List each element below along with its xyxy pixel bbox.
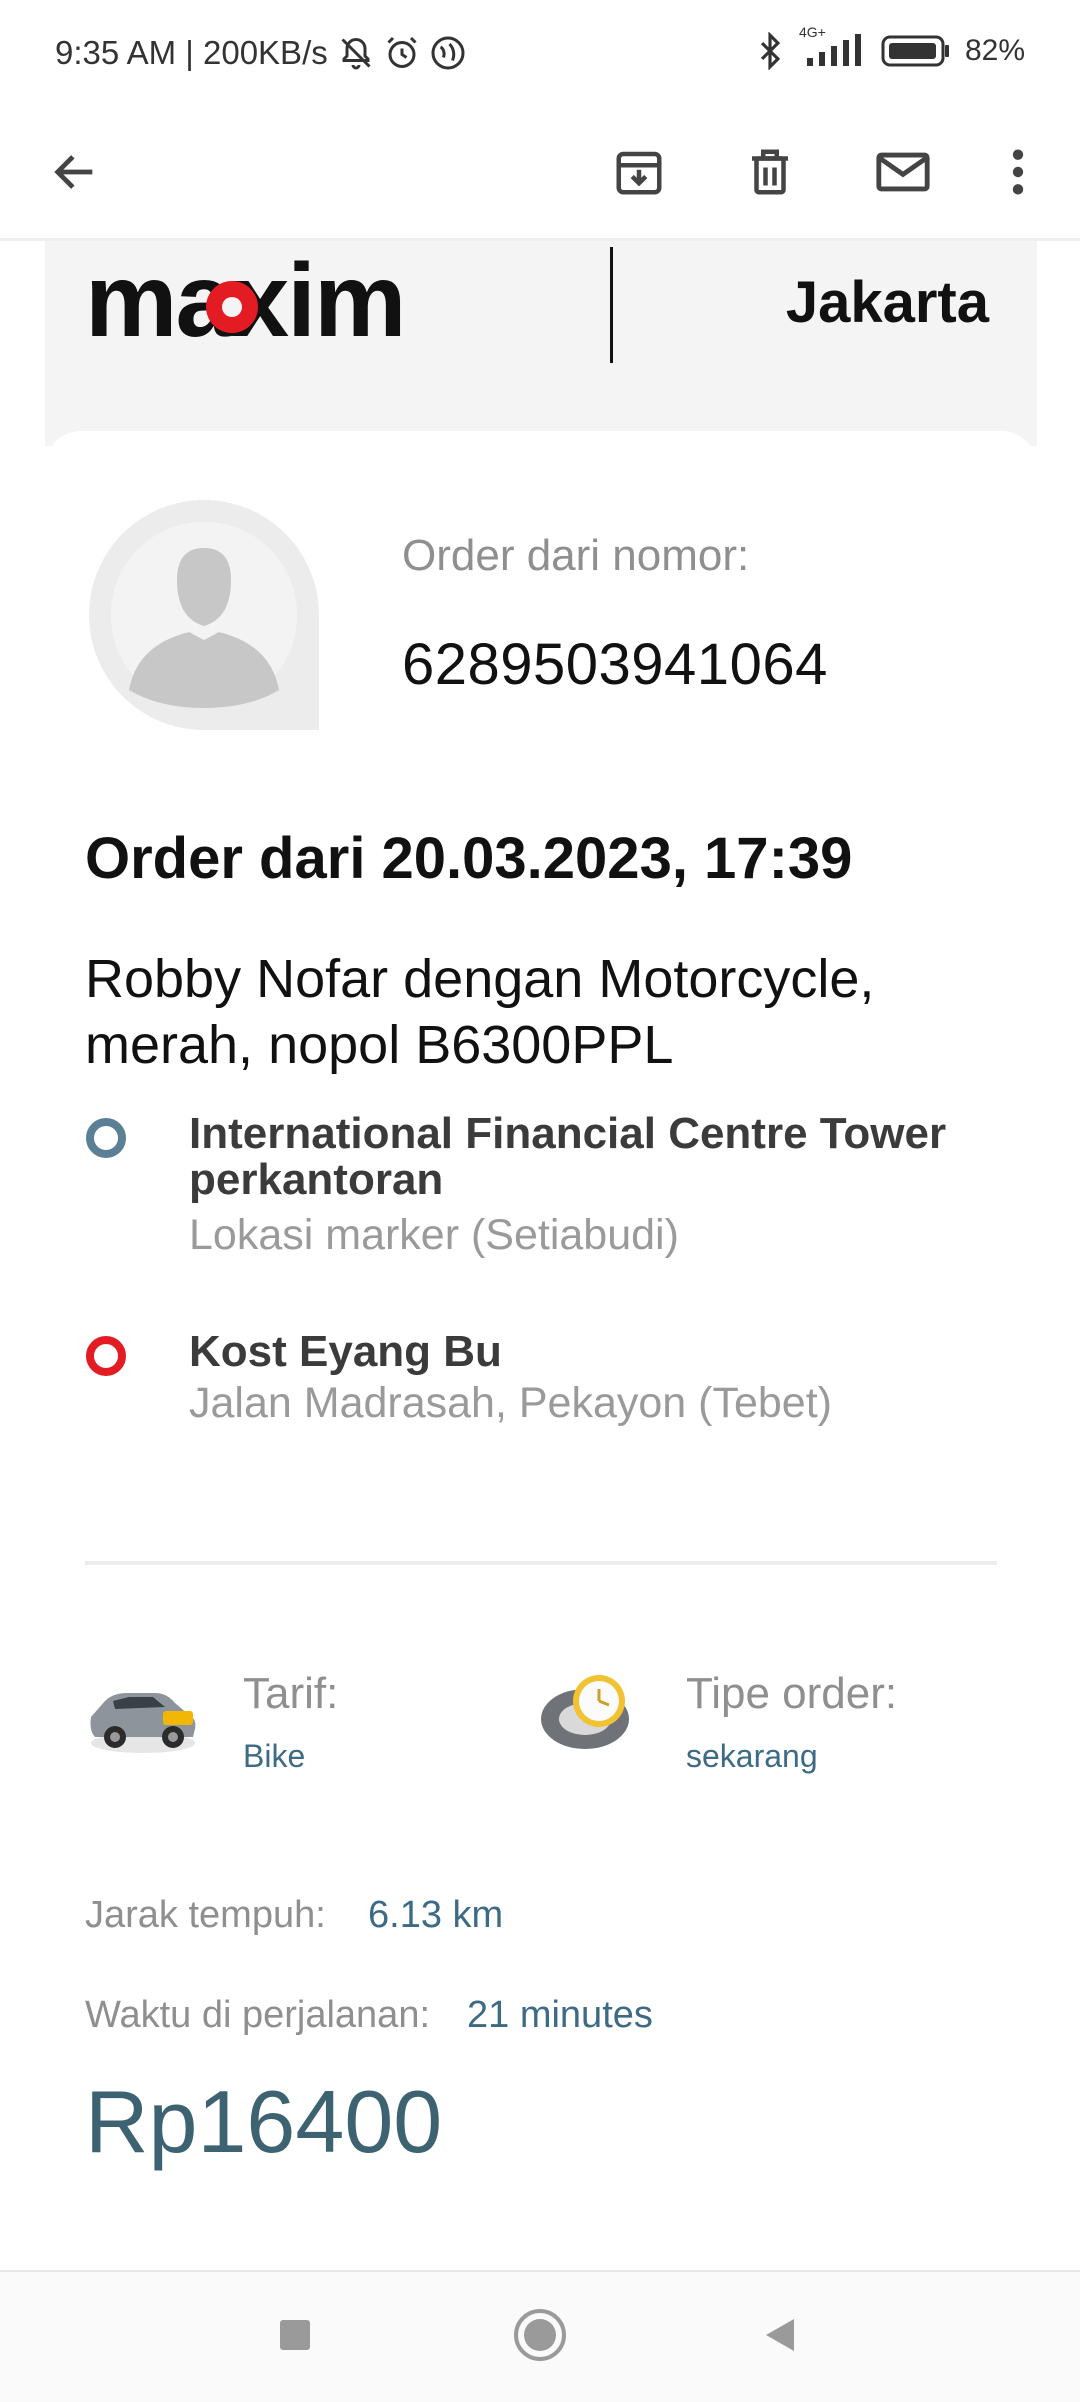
brand-logo-accent-hole [222, 297, 242, 317]
dropoff-marker-icon [85, 1335, 127, 1377]
square-icon [277, 2317, 313, 2358]
network-type: 4G+ [798, 24, 826, 40]
app-notification-icon [430, 35, 466, 71]
status-right: 4G+ 82% [757, 24, 1025, 70]
triangle-back-icon [760, 2315, 800, 2360]
archive-icon [612, 145, 666, 204]
email-banner: maxim Jakarta [45, 241, 1037, 446]
trash-icon [743, 145, 797, 204]
pickup-subtitle: Lokasi marker (Setiabudi) [189, 1211, 679, 1259]
back-nav-button[interactable] [745, 2302, 815, 2372]
driver-info: Robby Nofar dengan Motorcycle, merah, no… [85, 949, 875, 1075]
city-label: Jakarta [785, 270, 989, 335]
email-content[interactable]: maxim Jakarta Order dari nomor: 62895039… [0, 241, 1080, 2270]
duration-label: Waktu di perjalanan: [85, 1994, 431, 2036]
phone-number[interactable]: 6289503941064 [402, 631, 828, 698]
back-arrow-icon [49, 146, 101, 203]
pickup-title: International Financial Centre Tower per… [189, 1109, 947, 1204]
status-time-speed: 9:35 AM | 200KB/s [55, 34, 328, 71]
tarif-value: Bike [243, 1738, 306, 1774]
avatar [88, 500, 319, 730]
bluetooth-icon [757, 32, 783, 70]
mail-icon [874, 143, 932, 206]
distance-label: Jarak tempuh: [85, 1894, 326, 1936]
delete-button[interactable] [728, 132, 812, 216]
car-icon [85, 1671, 200, 1766]
battery-icon [881, 34, 951, 68]
back-button[interactable] [33, 132, 117, 216]
section-divider [85, 1561, 997, 1565]
signal-icon: 4G+ [797, 24, 867, 70]
app-bar [0, 110, 1080, 241]
status-left: 9:35 AM | 200KB/s [55, 34, 466, 72]
order-card: Order dari nomor: 6289503941064 Order da… [45, 431, 1037, 2270]
status-bar: 9:35 AM | 200KB/s 4G+ 82% [0, 0, 1080, 110]
dropoff-subtitle: Jalan Madrasah, Pekayon (Tebet) [189, 1379, 832, 1427]
alarm-icon [384, 35, 420, 71]
more-options-button[interactable] [976, 132, 1060, 216]
order-type-value: sekarang [686, 1738, 818, 1774]
system-nav-bar [0, 2270, 1080, 2402]
distance-value: 6.13 km [368, 1894, 504, 1936]
recents-button[interactable] [260, 2302, 330, 2372]
archive-button[interactable] [597, 132, 681, 216]
duration-value: 21 minutes [467, 1994, 653, 2036]
price-total: Rp16400 [85, 2072, 443, 2171]
battery-level: 82% [964, 34, 1025, 67]
maxim-logo: maxim [85, 241, 465, 366]
home-circle-icon [512, 2307, 568, 2368]
home-button[interactable] [505, 2302, 575, 2372]
bell-off-icon [338, 35, 374, 71]
watch-icon [537, 1667, 637, 1762]
pickup-marker-icon [85, 1117, 127, 1159]
order-date-heading: Order dari 20.03.2023, 17:39 [85, 826, 853, 891]
more-vert-icon [998, 146, 1038, 203]
order-type-label: Tipe order: [686, 1669, 898, 1718]
banner-divider [610, 247, 613, 363]
dropoff-title: Kost Eyang Bu [189, 1327, 502, 1376]
mark-unread-button[interactable] [861, 132, 945, 216]
order-from-label: Order dari nomor: [402, 531, 750, 580]
tarif-label: Tarif: [243, 1669, 339, 1718]
